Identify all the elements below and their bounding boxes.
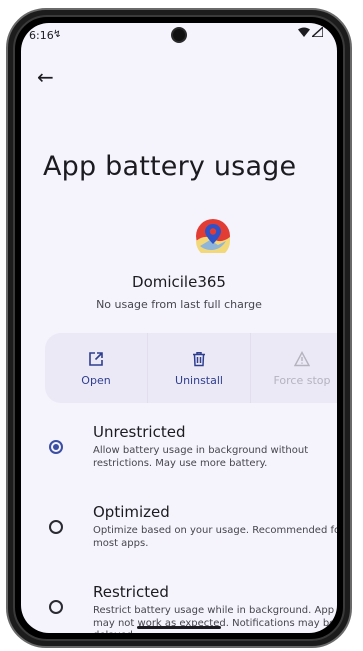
- option-title: Unrestricted: [93, 423, 186, 441]
- radio-optimized[interactable]: [49, 520, 63, 534]
- trash-icon: [193, 351, 205, 366]
- force-stop-button-label: Force stop: [273, 373, 331, 387]
- option-optimized[interactable]: Optimized Optimize based on your usage. …: [45, 503, 337, 563]
- cellular-signal-icon: [312, 27, 323, 37]
- sim-icon: ↯: [53, 29, 62, 40]
- phone-bezel: 6:16 ↯ ← App battery usage Domicile365 N…: [13, 15, 345, 641]
- screen: 6:16 ↯ ← App battery usage Domicile365 N…: [21, 23, 337, 633]
- option-unrestricted[interactable]: Unrestricted Allow battery usage in back…: [45, 423, 337, 483]
- wifi-icon: [298, 27, 310, 37]
- option-description: Allow battery usage in background withou…: [93, 445, 309, 469]
- open-external-icon: [89, 351, 103, 366]
- network-status: [298, 27, 323, 37]
- open-button[interactable]: Open: [45, 333, 148, 403]
- uninstall-button-label: Uninstall: [175, 373, 223, 387]
- force-stop-button: Force stop: [251, 333, 337, 403]
- radio-unrestricted[interactable]: [49, 440, 63, 454]
- option-title: Restricted: [93, 583, 169, 601]
- usage-summary: No usage from last full charge: [96, 298, 262, 311]
- app-icon: [196, 219, 230, 253]
- phone-frame: 6:16 ↯ ← App battery usage Domicile365 N…: [6, 8, 352, 648]
- app-name: Domicile365: [132, 273, 226, 291]
- open-button-label: Open: [81, 373, 111, 387]
- warning-icon: [294, 350, 310, 366]
- option-title: Optimized: [93, 503, 170, 521]
- radio-restricted[interactable]: [49, 600, 63, 614]
- front-camera: [173, 29, 185, 41]
- page-title: App battery usage: [43, 151, 297, 182]
- gesture-navigation-handle[interactable]: [137, 626, 221, 629]
- back-arrow-icon[interactable]: ←: [37, 65, 54, 89]
- action-bar: Open Uninstall Force stop: [45, 333, 337, 403]
- status-time: 6:16: [29, 29, 54, 42]
- option-description: Optimize based on your usage. Recommende…: [93, 525, 337, 549]
- uninstall-button[interactable]: Uninstall: [148, 333, 251, 403]
